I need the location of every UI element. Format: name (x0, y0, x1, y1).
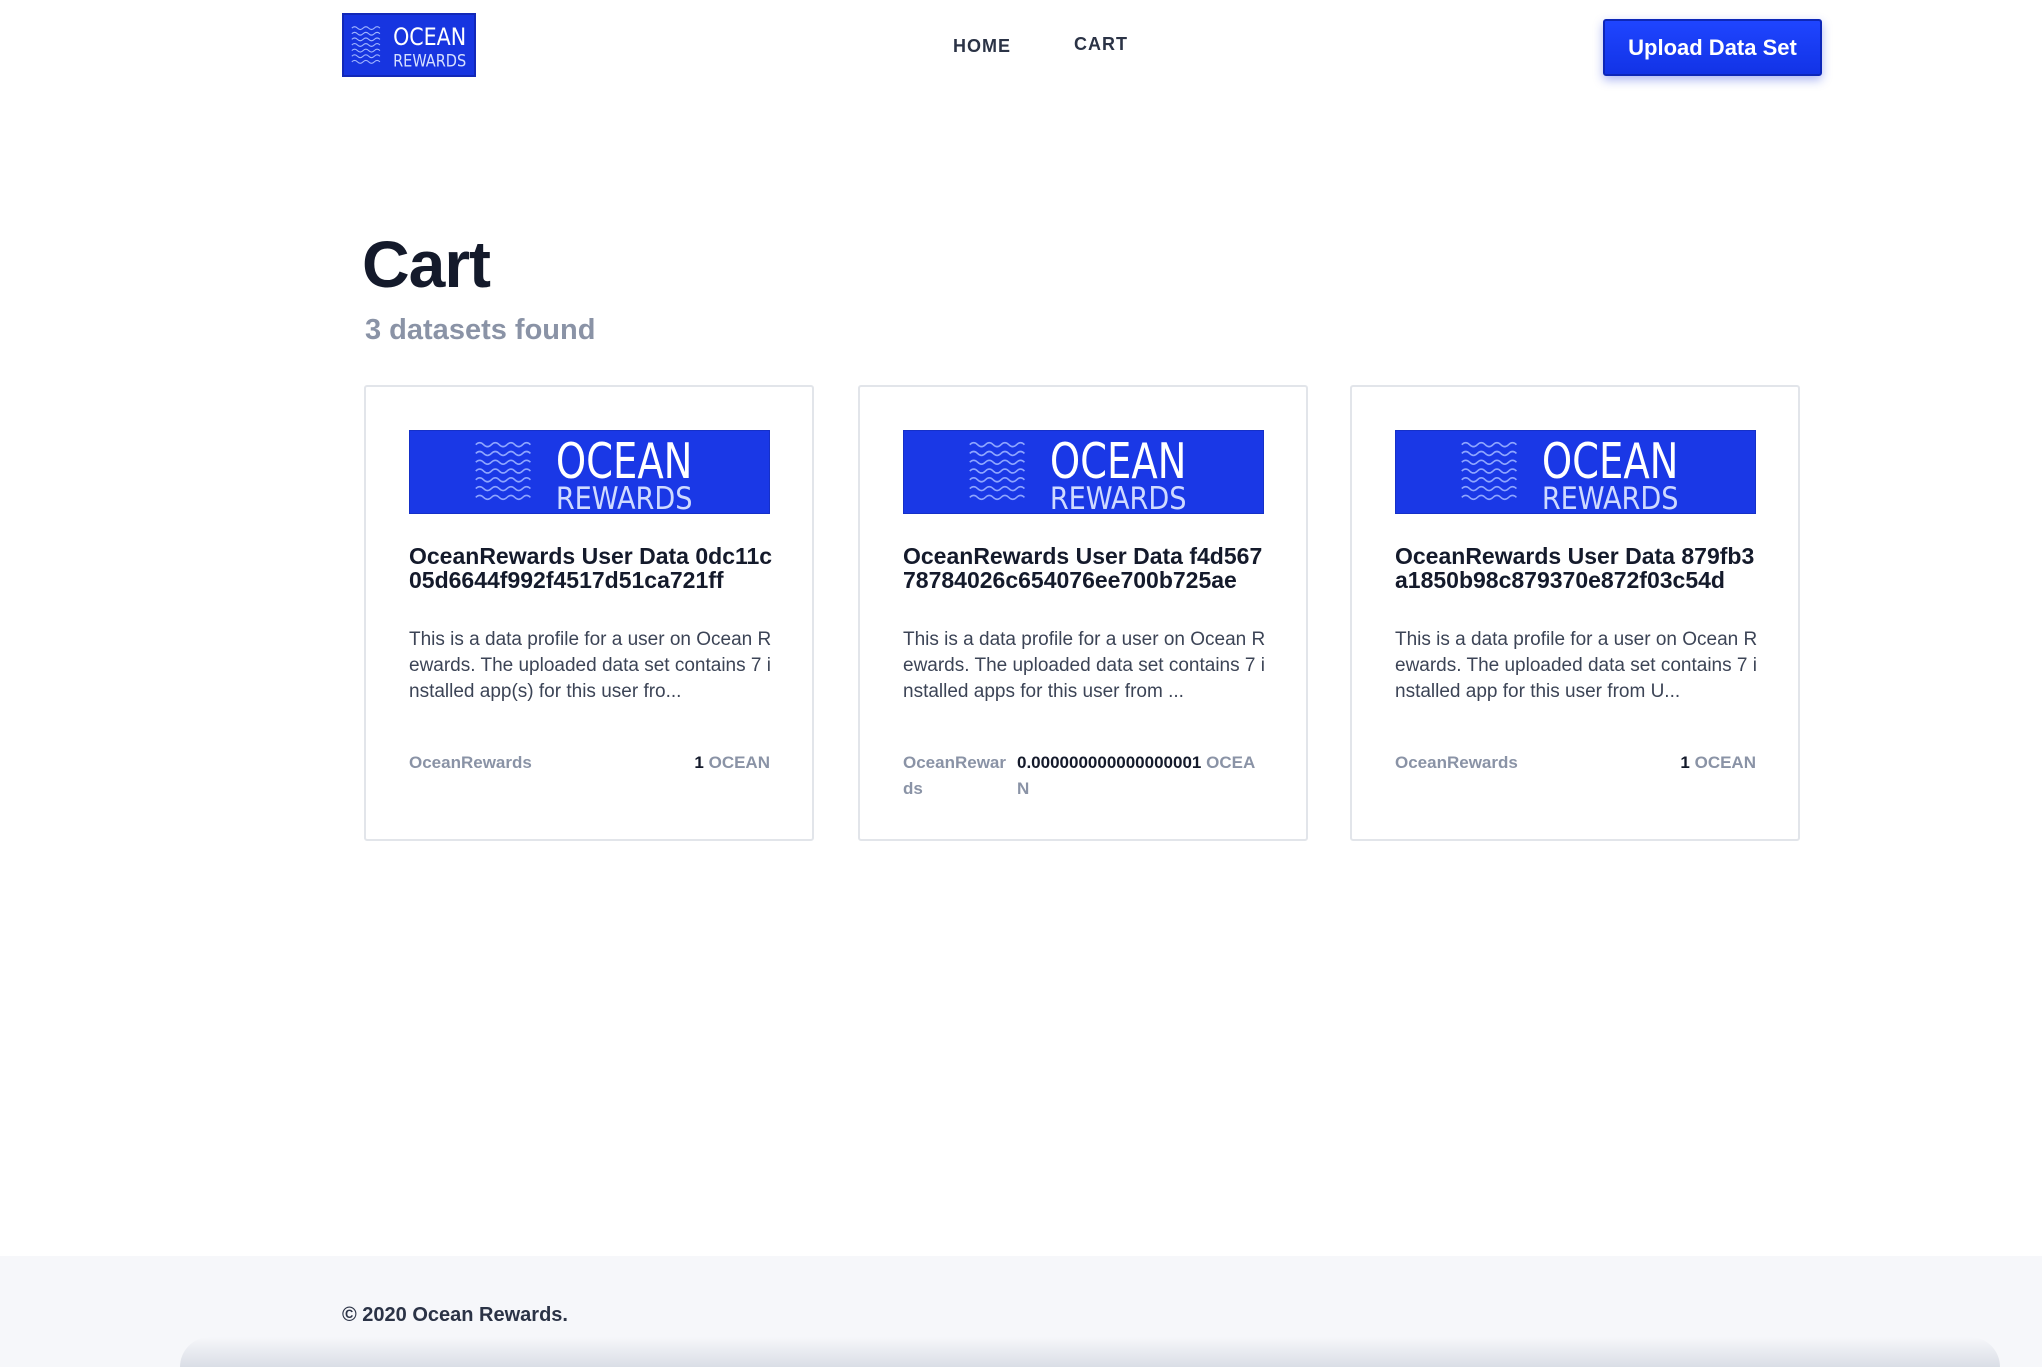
ocean-rewards-logo-image: OCEAN REWARDS (1461, 433, 1679, 513)
price-amount: 1 (1680, 753, 1690, 772)
dataset-card[interactable]: OCEAN REWARDS OceanRewards User Data f4d… (858, 385, 1308, 841)
svg-text:REWARDS: REWARDS (393, 51, 466, 71)
price-currency: OCEAN (708, 753, 770, 772)
dataset-image: OCEAN REWARDS (1395, 430, 1756, 514)
logo-graphic: OCEAN REWARDS (351, 22, 466, 71)
ocean-rewards-logo[interactable]: OCEAN REWARDS (342, 13, 476, 77)
price-amount: 1 (694, 753, 704, 772)
dataset-publisher: OceanRewards (1395, 753, 1518, 772)
dataset-description: This is a data profile for a user on Oce… (903, 629, 1266, 702)
dataset-price: 1 OCEAN (694, 750, 770, 776)
price-currency: OCEAN (1694, 753, 1756, 772)
nav-cart-link[interactable]: CART (1074, 34, 1128, 55)
dataset-card[interactable]: OCEAN REWARDS OceanRewards User Data 879… (1350, 385, 1800, 841)
svg-text:REWARDS: REWARDS (1050, 481, 1187, 513)
dataset-card[interactable]: OCEAN REWARDS OceanRewards User Data 0dc… (364, 385, 814, 841)
svg-text:OCEAN: OCEAN (393, 22, 466, 51)
site-header: OCEAN REWARDS HOME CART Upload Data Set (0, 0, 2042, 90)
dataset-publisher: OceanRewards (903, 753, 1006, 798)
dataset-title[interactable]: OceanRewards User Data 0dc11c05d6644f992… (409, 544, 774, 592)
site-footer: © 2020 Ocean Rewards. (0, 1256, 2042, 1367)
svg-text:REWARDS: REWARDS (1542, 481, 1679, 513)
dataset-image: OCEAN REWARDS (903, 430, 1264, 514)
dataset-image: OCEAN REWARDS (409, 430, 770, 514)
dataset-price: 0.000000000000000001 OCEAN (1017, 750, 1267, 802)
ocean-rewards-logo-image: OCEAN REWARDS (475, 433, 693, 513)
page-title: Cart (362, 227, 491, 301)
dataset-publisher: OceanRewards (409, 753, 532, 772)
dataset-title[interactable]: OceanRewards User Data f4d56778784026c65… (903, 544, 1268, 592)
ocean-rewards-logo-image: OCEAN REWARDS (969, 433, 1187, 513)
datasets-count: 3 datasets found (365, 314, 596, 346)
cart-page: OCEAN REWARDS HOME CART Upload Data Set … (0, 0, 2042, 1367)
dataset-price: 1 OCEAN (1680, 750, 1756, 776)
upload-data-set-button[interactable]: Upload Data Set (1603, 19, 1822, 76)
copyright-text: © 2020 Ocean Rewards. (342, 1304, 568, 1326)
dataset-description: This is a data profile for a user on Oce… (409, 629, 772, 702)
nav-home-link[interactable]: HOME (953, 36, 1011, 57)
price-amount: 0.000000000000000001 (1017, 753, 1202, 772)
dataset-description: This is a data profile for a user on Oce… (1395, 629, 1758, 702)
footer-divider (180, 1337, 2000, 1367)
dataset-title[interactable]: OceanRewards User Data 879fb3a1850b98c87… (1395, 544, 1760, 592)
svg-text:REWARDS: REWARDS (556, 481, 693, 513)
